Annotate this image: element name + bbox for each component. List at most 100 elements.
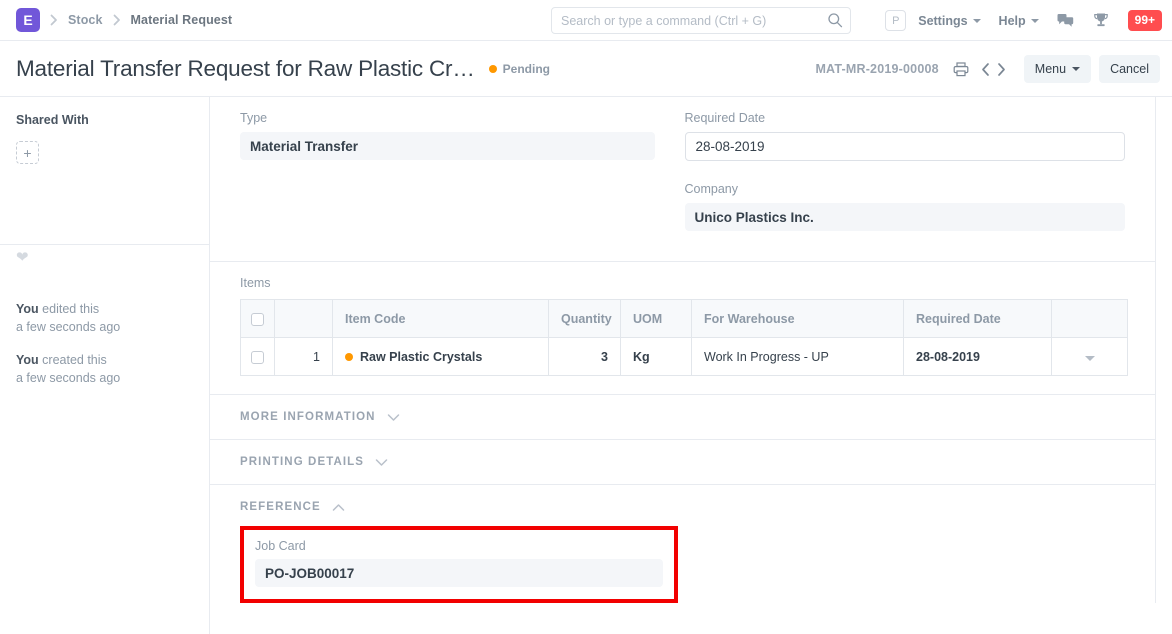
- activity-action-2: created this: [39, 353, 107, 367]
- main-content: Type Material Transfer Required Date 28-…: [210, 97, 1172, 634]
- chevron-down-icon-row[interactable]: [1085, 356, 1095, 361]
- column-item-code: Item Code: [333, 300, 549, 338]
- status-label: Pending: [503, 62, 550, 76]
- search-input[interactable]: [551, 7, 851, 34]
- nav-menu-help-label: Help: [999, 14, 1026, 28]
- field-required-date: Required Date 28-08-2019: [685, 111, 1126, 161]
- activity-action: edited this: [39, 302, 99, 316]
- column-required-date: Required Date: [904, 300, 1052, 338]
- menu-button[interactable]: Menu: [1024, 55, 1091, 83]
- select-all-checkbox[interactable]: [251, 313, 264, 326]
- next-document-icon[interactable]: [995, 62, 1008, 77]
- item-status-dot-icon: [345, 353, 353, 361]
- activity-time: a few seconds ago: [16, 318, 193, 336]
- section-printing-details-title: PRINTING DETAILS: [240, 456, 364, 468]
- notification-badge[interactable]: 99+: [1128, 10, 1162, 31]
- prev-document-icon[interactable]: [979, 62, 992, 77]
- breadcrumb-item-material-request[interactable]: Material Request: [131, 13, 233, 27]
- section-items: Items Item Code Quantity UOM For Warehou…: [210, 262, 1155, 395]
- column-quantity: Quantity: [549, 300, 621, 338]
- search-icon[interactable]: [827, 12, 843, 33]
- activity-time-2: a few seconds ago: [16, 369, 193, 387]
- field-job-card-value[interactable]: PO-JOB00017: [255, 559, 663, 587]
- nav-menu-settings-label: Settings: [918, 14, 967, 28]
- row-index: 1: [275, 338, 333, 376]
- chevron-down-icon-more-info[interactable]: [387, 413, 400, 422]
- column-actions: [1052, 300, 1128, 338]
- column-for-warehouse: For Warehouse: [692, 300, 904, 338]
- add-share-button[interactable]: +: [16, 141, 39, 164]
- cancel-button[interactable]: Cancel: [1099, 55, 1160, 83]
- chevron-down-icon-2: [1031, 19, 1039, 23]
- chevron-down-icon-printing[interactable]: [375, 458, 388, 467]
- section-printing-details[interactable]: PRINTING DETAILS: [210, 440, 1155, 485]
- printer-icon[interactable]: [953, 62, 969, 77]
- shared-with-heading: Shared With: [16, 113, 193, 127]
- status-dot-icon: [489, 65, 497, 73]
- cell-row-expand[interactable]: [1052, 338, 1128, 376]
- activity-item-created: You created this a few seconds ago: [16, 351, 193, 387]
- field-job-card-label: Job Card: [255, 539, 663, 553]
- heart-icon[interactable]: ❤: [16, 248, 193, 266]
- chevron-down-icon: [973, 19, 981, 23]
- menu-button-label: Menu: [1035, 62, 1066, 76]
- status-badge: Pending: [489, 62, 550, 76]
- nav-menu-settings[interactable]: Settings: [918, 14, 980, 28]
- chevron-up-icon-reference[interactable]: [332, 503, 345, 512]
- cell-item-code-text: Raw Plastic Crystals: [360, 350, 482, 364]
- cell-required-date[interactable]: 28-08-2019: [904, 338, 1052, 376]
- table-header-row: Item Code Quantity UOM For Warehouse Req…: [241, 300, 1128, 338]
- field-type-value[interactable]: Material Transfer: [240, 132, 655, 160]
- activity-item-edited: You edited this a few seconds ago: [16, 300, 193, 336]
- trophy-icon[interactable]: [1093, 12, 1109, 29]
- document-card: Type Material Transfer Required Date 28-…: [210, 97, 1156, 603]
- section-basic-fields: Type Material Transfer Required Date 28-…: [210, 97, 1155, 262]
- column-right: Required Date 28-08-2019 Company Unico P…: [683, 111, 1126, 231]
- titlebar-actions: MAT-MR-2019-00008 Menu Cancel: [815, 41, 1160, 97]
- breadcrumb-item-stock[interactable]: Stock: [68, 13, 103, 27]
- row-index-header: [275, 300, 333, 338]
- field-company: Company Unico Plastics Inc.: [685, 182, 1126, 231]
- field-required-date-input[interactable]: 28-08-2019: [685, 132, 1126, 161]
- left-sidebar: Shared With + ❤ You edited this a few se…: [0, 97, 210, 634]
- nav-menu-help[interactable]: Help: [999, 14, 1039, 28]
- breadcrumb-separator-icon-2: [112, 14, 122, 26]
- section-reference-title: REFERENCE: [240, 501, 321, 513]
- section-more-information[interactable]: MORE INFORMATION: [210, 395, 1155, 440]
- select-all-header[interactable]: [241, 300, 275, 338]
- section-reference-header[interactable]: REFERENCE: [240, 501, 1125, 513]
- field-company-label: Company: [685, 182, 1126, 196]
- activity-list: You edited this a few seconds ago You cr…: [16, 300, 193, 388]
- breadcrumb-separator-icon: [49, 14, 59, 26]
- comment-icon[interactable]: [1057, 13, 1074, 29]
- user-avatar[interactable]: P: [885, 10, 906, 31]
- field-company-value[interactable]: Unico Plastics Inc.: [685, 203, 1126, 231]
- document-titlebar: Material Transfer Request for Raw Plasti…: [0, 41, 1172, 97]
- activity-actor: You: [16, 302, 39, 316]
- activity-actor-2: You: [16, 353, 39, 367]
- field-type-label: Type: [240, 111, 655, 125]
- cell-uom[interactable]: Kg: [621, 338, 692, 376]
- app-logo[interactable]: E: [16, 8, 40, 32]
- cell-for-warehouse[interactable]: Work In Progress - UP: [692, 338, 904, 376]
- page-title: Material Transfer Request for Raw Plasti…: [16, 56, 475, 82]
- row-select-cell[interactable]: [241, 338, 275, 376]
- table-row[interactable]: 1 Raw Plastic Crystals 3 Kg Work In Prog…: [241, 338, 1128, 376]
- column-left: Type Material Transfer: [240, 111, 683, 231]
- cell-quantity[interactable]: 3: [549, 338, 621, 376]
- document-id: MAT-MR-2019-00008: [815, 62, 938, 76]
- chevron-down-icon-3: [1072, 67, 1080, 71]
- search-box[interactable]: [551, 7, 851, 34]
- sidebar-divider: [0, 244, 209, 245]
- items-table-label: Items: [240, 276, 1125, 290]
- page-body: Shared With + ❤ You edited this a few se…: [0, 97, 1172, 634]
- cell-item-code[interactable]: Raw Plastic Crystals: [333, 338, 549, 376]
- top-navbar: E Stock Material Request P Settings Help…: [0, 0, 1172, 41]
- row-checkbox[interactable]: [251, 351, 264, 364]
- section-reference: REFERENCE Job Card PO-JOB00017: [210, 485, 1155, 603]
- field-type: Type Material Transfer: [240, 111, 655, 160]
- items-table: Item Code Quantity UOM For Warehouse Req…: [240, 299, 1128, 376]
- job-card-highlight: Job Card PO-JOB00017: [240, 526, 678, 603]
- navbar-right: P Settings Help 99+: [885, 0, 1162, 41]
- section-more-information-title: MORE INFORMATION: [240, 411, 376, 423]
